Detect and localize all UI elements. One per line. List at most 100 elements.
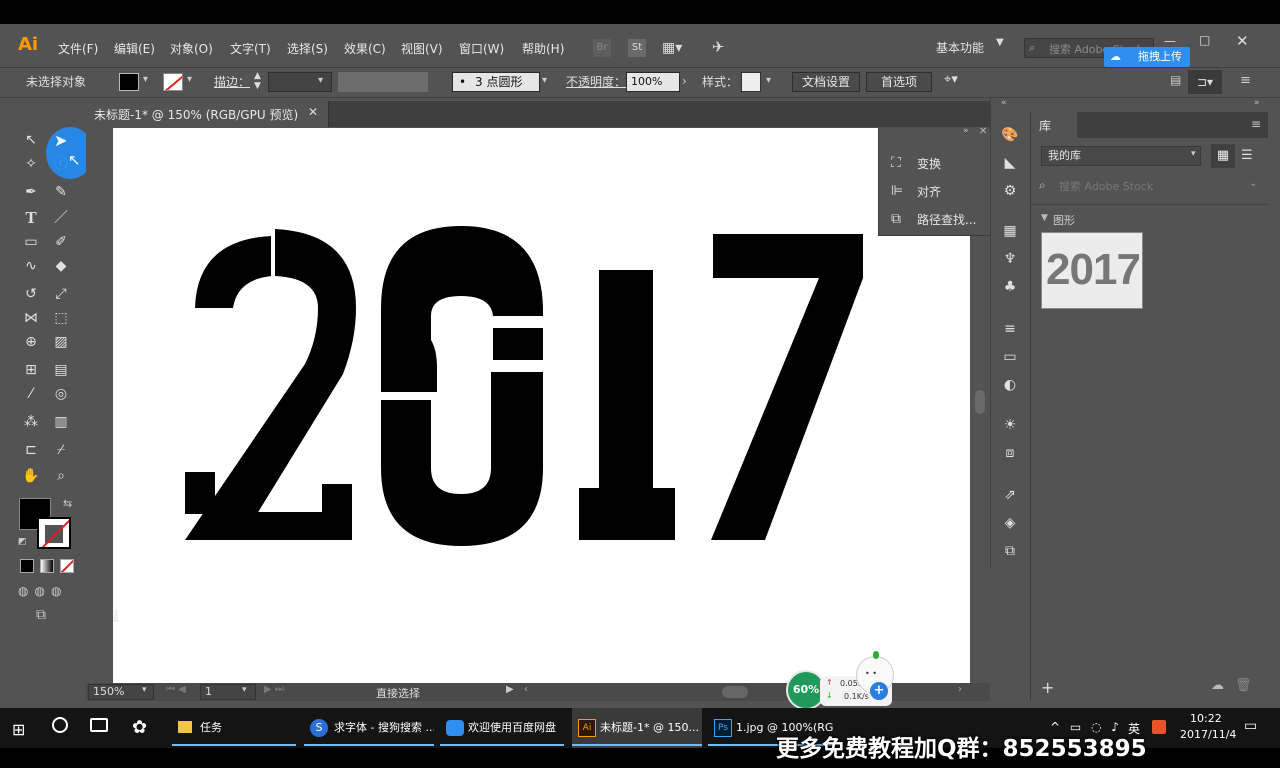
screen-mode-icon[interactable]: ⧉ bbox=[36, 607, 46, 623]
preferences-button[interactable]: 首选项 bbox=[866, 72, 932, 92]
digit-0[interactable] bbox=[381, 226, 543, 546]
column-graph-tool-icon[interactable]: ▥ bbox=[50, 411, 72, 433]
task-view-icon[interactable] bbox=[90, 718, 108, 732]
panel-close-icon[interactable]: ✕ bbox=[979, 126, 987, 137]
gpu-performance-icon[interactable]: ✈ bbox=[712, 38, 725, 56]
align-icon[interactable]: ⊫ bbox=[891, 183, 903, 199]
scale-tool-icon[interactable]: ⤢ bbox=[50, 283, 72, 305]
free-transform-tool-icon[interactable]: ⬚ bbox=[50, 307, 72, 329]
stroke-color-swatch[interactable] bbox=[37, 517, 71, 549]
eraser-tool-icon[interactable]: ◆ bbox=[50, 255, 72, 277]
hand-tool-icon[interactable]: ✋ bbox=[20, 465, 42, 487]
color-mode-icon[interactable] bbox=[20, 559, 34, 573]
workspace-chevron-icon[interactable]: ▼ bbox=[996, 37, 1004, 48]
strip-collapse-icon[interactable]: « bbox=[1001, 98, 1007, 108]
taskbar-item-sogou[interactable]: S 求字体 - 搜狗搜索 ... bbox=[304, 708, 434, 748]
grid-view-icon[interactable]: ▦ bbox=[1211, 144, 1235, 168]
eyedropper-tool-icon[interactable]: ⁄ bbox=[20, 383, 42, 405]
stroke-panel-icon[interactable]: ≡ bbox=[999, 318, 1021, 340]
ime-icon[interactable] bbox=[1152, 720, 1166, 734]
artwork-2017[interactable] bbox=[113, 128, 970, 683]
width-tool-icon[interactable]: ⋈ bbox=[20, 307, 42, 329]
menu-select[interactable]: 选择(S) bbox=[287, 40, 328, 57]
panel-collapse-icon[interactable]: » bbox=[963, 126, 969, 136]
align-menu-icon[interactable]: ⊐▾ bbox=[1188, 70, 1222, 94]
color-guide-icon[interactable]: ◣ bbox=[999, 152, 1021, 174]
menu-effect[interactable]: 效果(C) bbox=[344, 40, 386, 57]
status-menu-arrow-icon[interactable]: ▶ bbox=[506, 684, 514, 695]
pen-tool-icon[interactable]: ✒ bbox=[20, 181, 42, 203]
recolor-icon[interactable]: ⚙ bbox=[999, 180, 1021, 202]
stroke-stepper[interactable]: ▲ ▼ bbox=[254, 71, 261, 91]
library-tab[interactable]: 库 bbox=[1031, 112, 1077, 138]
graphic-styles-icon[interactable]: ⧈ bbox=[999, 442, 1021, 464]
digit-1[interactable] bbox=[579, 270, 675, 540]
menu-help[interactable]: 帮助(H) bbox=[522, 40, 564, 57]
opacity-label[interactable]: 不透明度： bbox=[566, 73, 626, 90]
menu-edit[interactable]: 编辑(E) bbox=[114, 40, 155, 57]
clock-date[interactable]: 2017/11/4 bbox=[1180, 728, 1236, 741]
network-plus-icon[interactable]: + bbox=[870, 682, 888, 700]
shaper-tool-icon[interactable]: ∿ bbox=[20, 255, 42, 277]
library-menu-icon[interactable]: ≡ bbox=[1251, 117, 1261, 131]
document-tab[interactable]: 未标题-1* @ 150% (RGB/GPU 预览) ✕ bbox=[86, 101, 329, 127]
magic-wand-icon[interactable]: ✧ bbox=[20, 153, 42, 175]
artboard-chevron-icon[interactable]: ▾ bbox=[242, 685, 247, 695]
gradient-panel-icon[interactable]: ▭ bbox=[999, 346, 1021, 368]
add-content-icon[interactable]: + bbox=[1041, 678, 1054, 697]
bridge-icon[interactable]: Br bbox=[593, 39, 611, 57]
pathfinder-icon[interactable]: ⧉ bbox=[891, 211, 901, 227]
library-dropdown[interactable]: 我的库 bbox=[1041, 146, 1201, 166]
slice-tool-icon[interactable]: ⌿ bbox=[50, 439, 72, 461]
pinned-app-icon[interactable]: ✿ bbox=[132, 717, 147, 738]
rotate-tool-icon[interactable]: ↺ bbox=[20, 283, 42, 305]
artboard-tool-icon[interactable]: ⊏ bbox=[20, 439, 42, 461]
library-dropdown-chevron-icon[interactable]: ▾ bbox=[1191, 149, 1196, 159]
minimize-icon[interactable]: — bbox=[1164, 34, 1176, 48]
library-graphic-thumbnail[interactable]: 2017 bbox=[1041, 232, 1143, 309]
appearance-panel-icon[interactable]: ☀ bbox=[999, 414, 1021, 436]
swap-colors-icon[interactable]: ⇆ bbox=[63, 497, 72, 510]
none-mode-icon[interactable] bbox=[60, 559, 74, 573]
gradient-tool-icon[interactable]: ▤ bbox=[50, 359, 72, 381]
section-toggle-icon[interactable]: ▼ bbox=[1041, 213, 1048, 223]
stock-icon[interactable]: St bbox=[628, 39, 646, 57]
upload-badge[interactable]: ☁ 拖拽上传 bbox=[1104, 47, 1190, 67]
workspace-switcher[interactable]: 基本功能 bbox=[936, 39, 984, 56]
scroll-right-icon[interactable]: › bbox=[958, 684, 962, 695]
opacity-input[interactable]: 100% bbox=[626, 72, 680, 92]
stroke-weight-chevron-icon[interactable]: ▾ bbox=[318, 75, 323, 86]
default-colors-icon[interactable]: ◩ bbox=[18, 537, 27, 547]
zoom-chevron-icon[interactable]: ▾ bbox=[142, 685, 147, 695]
brush-chevron-icon[interactable]: ▾ bbox=[542, 75, 547, 86]
panel-options-icon[interactable]: ▤ bbox=[1170, 73, 1181, 87]
artboard-number-select[interactable]: 1 bbox=[200, 684, 256, 700]
selection-tool-icon[interactable]: ↖ bbox=[20, 129, 42, 151]
pathfinder-panel-item[interactable]: 路径查找... bbox=[917, 211, 976, 228]
brushes-icon[interactable]: ♆ bbox=[999, 248, 1021, 270]
fill-chevron-icon[interactable]: ▾ bbox=[143, 74, 148, 85]
artboard[interactable]: 夜猫 bbox=[113, 128, 970, 683]
vertical-scroll-thumb[interactable] bbox=[975, 390, 985, 414]
horizontal-scroll-thumb[interactable] bbox=[722, 686, 748, 698]
paintbrush-tool-icon[interactable]: ✐ bbox=[50, 231, 72, 253]
rectangle-tool-icon[interactable]: ▭ bbox=[20, 231, 42, 253]
menu-window[interactable]: 窗口(W) bbox=[459, 40, 504, 57]
last-artboard-icon[interactable]: ▶ ⏭ bbox=[264, 684, 284, 695]
shape-builder-tool-icon[interactable]: ⊕ bbox=[20, 331, 42, 353]
transform-icon[interactable]: ⛶ bbox=[891, 155, 901, 171]
swatches-icon[interactable]: ▦ bbox=[999, 220, 1021, 242]
brush-definition[interactable]: • 3 点圆形 bbox=[452, 72, 540, 92]
line-segment-tool-icon[interactable]: ／ bbox=[50, 207, 72, 229]
type-tool-icon[interactable]: T bbox=[20, 207, 42, 229]
digit-2[interactable] bbox=[185, 229, 356, 540]
blend-tool-icon[interactable]: ◎ bbox=[50, 383, 72, 405]
menu-view[interactable]: 视图(V) bbox=[401, 40, 443, 57]
color-panel-icon[interactable]: 🎨 bbox=[999, 124, 1021, 146]
taskbar-item-baidu-pan[interactable]: 欢迎使用百度网盘 bbox=[440, 708, 564, 748]
digit-7[interactable] bbox=[711, 234, 863, 540]
drawing-modes-icon[interactable]: ◍◍◍ bbox=[18, 584, 67, 598]
fill-swatch[interactable] bbox=[119, 73, 139, 91]
first-artboard-icon[interactable]: ⏮ ◀ bbox=[166, 684, 186, 695]
symbol-sprayer-tool-icon[interactable]: ⁂ bbox=[20, 411, 42, 433]
